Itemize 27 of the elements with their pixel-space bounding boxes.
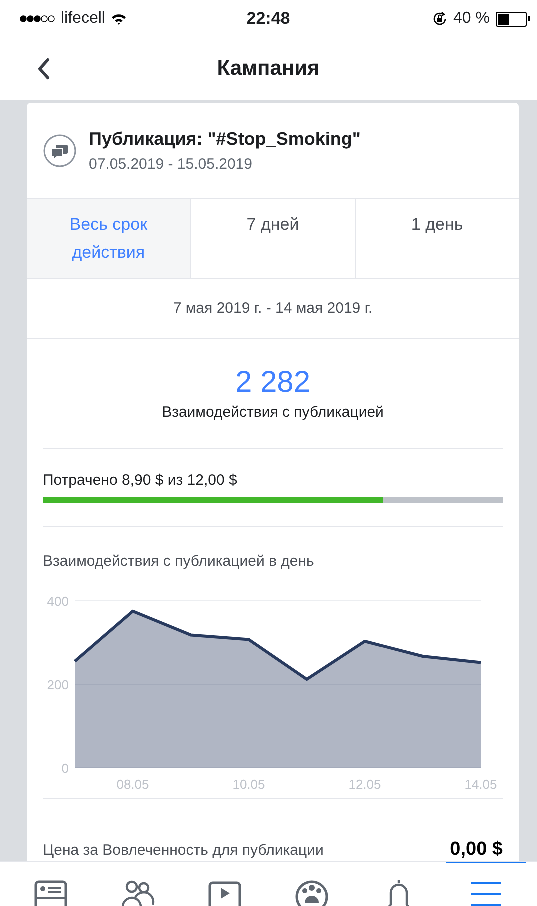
signal-icon	[20, 15, 55, 23]
carrier-name: lifecell	[61, 10, 106, 28]
metric-value: 2 282	[235, 366, 311, 400]
y-tick-label: 400	[47, 594, 69, 609]
x-tick-label: 12.05	[348, 777, 382, 792]
x-tick-label: 08.05	[116, 777, 150, 792]
y-tick-label: 0	[62, 761, 69, 776]
clock: 22:48	[246, 9, 290, 29]
back-icon[interactable]	[37, 58, 51, 80]
y-tick-label: 200	[47, 678, 69, 692]
page-title: Кампания	[217, 57, 320, 81]
date-range: 7 мая 2019 г. - 14 мая 2019 г.	[173, 300, 373, 317]
chat-icon	[43, 134, 77, 168]
x-tick-label: 14.05	[464, 777, 498, 792]
x-tick-label: 10.05	[232, 777, 266, 792]
menu-tab[interactable]	[446, 862, 526, 906]
metric-label: Взаимодействия с публикацией	[162, 404, 384, 421]
post-title: Публикация: "#Stop_Smoking"	[89, 128, 361, 150]
cost-label: Цена за Вовлеченность для публикации	[43, 842, 324, 859]
budget-text: Потрачено 8,90 $ из 12,00 $	[43, 472, 238, 489]
wifi-icon	[111, 13, 128, 25]
chart-title: Взаимодействия с публикацией в день	[43, 553, 316, 570]
cost-value: 0,00 $	[450, 839, 503, 861]
rotation-lock-icon	[432, 11, 448, 27]
post-dates: 07.05.2019 - 15.05.2019	[89, 156, 254, 172]
battery-percent: 40 %	[454, 10, 490, 28]
battery-icon	[496, 12, 527, 26]
